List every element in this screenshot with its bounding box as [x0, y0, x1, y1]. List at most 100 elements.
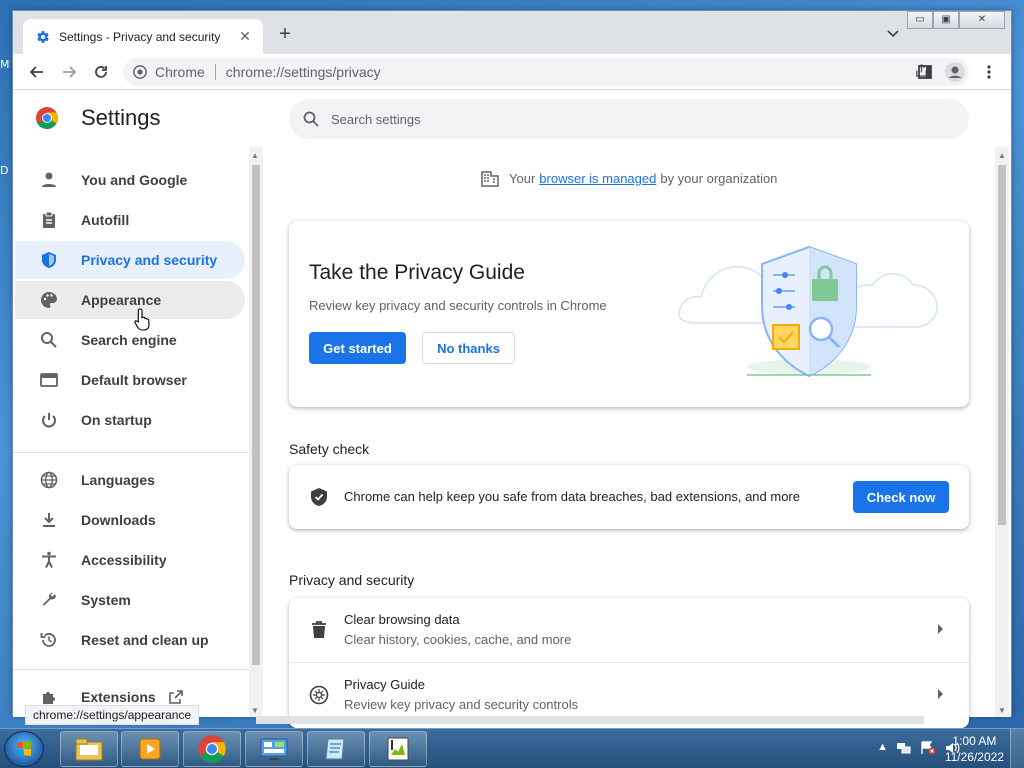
taskbar-notepad[interactable]	[307, 731, 365, 767]
arrow-right-icon	[63, 66, 77, 78]
notepad-icon	[325, 738, 345, 760]
back-button[interactable]	[25, 60, 49, 84]
chevron-down-icon	[887, 30, 899, 38]
taskbar-media-player[interactable]	[121, 731, 179, 767]
side-panel-icon[interactable]	[915, 62, 935, 82]
arrow-right-icon	[938, 689, 943, 699]
sidebar-item-system[interactable]: System	[15, 581, 245, 619]
profile-avatar-icon[interactable]	[945, 62, 965, 82]
sidebar-item-downloads[interactable]: Downloads	[15, 501, 245, 539]
sidebar-item-label: Extensions	[81, 689, 156, 705]
puzzle-icon	[39, 687, 59, 707]
safety-check-heading: Safety check	[289, 441, 370, 457]
tab-settings[interactable]: Settings - Privacy and security ✕	[23, 19, 263, 54]
arrow-right-icon	[938, 624, 943, 634]
wrench-icon	[39, 590, 59, 610]
clock-date: 11/26/2022	[944, 750, 1004, 764]
forward-button[interactable]	[57, 60, 81, 84]
sidebar-item-privacy-and-security[interactable]: Privacy and security	[15, 241, 245, 279]
get-started-button[interactable]: Get started	[309, 332, 406, 364]
taskbar-paint[interactable]	[369, 731, 427, 767]
file-explorer-icon	[75, 738, 103, 761]
desktop-edge-text: M	[0, 58, 10, 71]
sidebar-item-label: Languages	[81, 472, 155, 488]
power-icon	[39, 410, 59, 430]
hand-cursor-icon	[134, 308, 150, 331]
paint-icon	[387, 737, 409, 761]
scroll-down-arrow-icon[interactable]: ▼	[251, 706, 259, 715]
managed-prefix: Your	[509, 170, 536, 186]
chrome-logo-icon	[35, 106, 59, 130]
scrollbar-thumb[interactable]	[998, 165, 1006, 525]
more-menu-icon[interactable]	[979, 62, 999, 82]
sidebar-item-accessibility[interactable]: Accessibility	[15, 541, 245, 579]
sidebar-divider	[13, 669, 249, 670]
clear-browsing-data-row[interactable]: Clear browsing data Clear history, cooki…	[289, 598, 969, 662]
url-text[interactable]: chrome://settings/privacy	[226, 64, 381, 80]
sidebar-item-label: Appearance	[81, 292, 162, 308]
network-icon[interactable]	[896, 741, 912, 758]
person-icon	[39, 170, 59, 190]
chrome-site-icon	[133, 65, 147, 79]
scrollbar-thumb[interactable]	[252, 165, 260, 665]
sidebar-item-search-engine[interactable]: Search engine	[15, 321, 245, 359]
action-center-flag-icon[interactable]	[920, 741, 936, 758]
globe-icon	[39, 470, 59, 490]
sidebar-item-languages[interactable]: Languages	[15, 461, 245, 499]
scroll-up-arrow-icon[interactable]: ▲	[998, 151, 1006, 160]
sidebar-scrollbar[interactable]: ▲ ▼	[249, 147, 263, 717]
sidebar-item-on-startup[interactable]: On startup	[15, 401, 245, 439]
shield-check-icon	[311, 488, 327, 506]
omnibox-divider	[214, 64, 216, 80]
privacy-settings-card: Clear browsing data Clear history, cooki…	[289, 598, 969, 728]
show-desktop-button[interactable]	[1010, 729, 1024, 768]
safety-check-text: Chrome can help keep you safe from data …	[344, 489, 800, 504]
settings-search-box[interactable]	[289, 99, 969, 139]
windows-taskbar: ▲ 1:00 AM 11/26/2022	[0, 728, 1024, 768]
no-thanks-button[interactable]: No thanks	[422, 332, 515, 364]
start-button[interactable]	[4, 731, 44, 767]
taskbar-chrome[interactable]	[183, 731, 241, 767]
tab-search-button[interactable]	[887, 27, 899, 41]
sidebar-item-appearance[interactable]: Appearance	[15, 281, 245, 319]
maximize-button[interactable]: ▣	[933, 11, 959, 29]
trash-icon	[309, 620, 329, 640]
status-bubble-url: chrome://settings/appearance	[25, 705, 200, 725]
close-window-button[interactable]: ✕	[959, 11, 1005, 29]
privacy-section-heading: Privacy and security	[289, 572, 415, 588]
privacy-guide-illustration	[678, 245, 938, 378]
search-input[interactable]	[331, 111, 931, 127]
horizontal-scrollbar[interactable]	[256, 716, 924, 724]
new-tab-button[interactable]: +	[275, 24, 295, 45]
scroll-up-arrow-icon[interactable]: ▲	[251, 151, 259, 160]
settings-sidebar: You and Google Autofill Privacy and secu…	[13, 147, 249, 717]
show-hidden-icons-icon[interactable]: ▲	[877, 741, 888, 758]
sidebar-item-default-browser[interactable]: Default browser	[15, 361, 245, 399]
browser-window: Settings - Privacy and security ✕ + ▭ ▣ …	[12, 10, 1012, 728]
sidebar-item-you-and-google[interactable]: You and Google	[15, 161, 245, 199]
reload-button[interactable]	[89, 60, 113, 84]
managed-link[interactable]: browser is managed	[539, 171, 656, 186]
sidebar-item-reset-and-clean-up[interactable]: Reset and clean up	[15, 621, 245, 659]
sidebar-item-autofill[interactable]: Autofill	[15, 201, 245, 239]
managed-suffix: by your organization	[660, 170, 778, 186]
sidebar-item-label: Reset and clean up	[81, 632, 209, 648]
address-bar[interactable]: Chrome chrome://settings/privacy	[123, 58, 969, 86]
taskbar-clock[interactable]: 1:00 AM 11/26/2022	[945, 733, 1004, 765]
main-scrollbar[interactable]: ▲ ▼	[995, 147, 1009, 717]
sidebar-divider	[13, 452, 249, 453]
taskbar-file-explorer[interactable]	[60, 731, 118, 767]
media-player-icon	[139, 738, 161, 760]
arrow-left-icon	[29, 66, 43, 78]
managed-notice: Your browser is managed by your organiza…	[481, 169, 777, 187]
sidebar-item-label: System	[81, 592, 131, 608]
taskbar-control-panel[interactable]	[245, 731, 303, 767]
scroll-down-arrow-icon[interactable]: ▼	[998, 706, 1006, 715]
restore-icon	[39, 630, 59, 650]
minimize-button[interactable]: ▭	[907, 11, 933, 29]
chrome-icon	[198, 735, 226, 763]
row-subtitle: Review key privacy and security controls	[344, 697, 579, 712]
close-icon[interactable]: ✕	[237, 28, 253, 45]
check-now-button[interactable]: Check now	[853, 481, 949, 513]
sidebar-item-label: Search engine	[81, 332, 177, 348]
